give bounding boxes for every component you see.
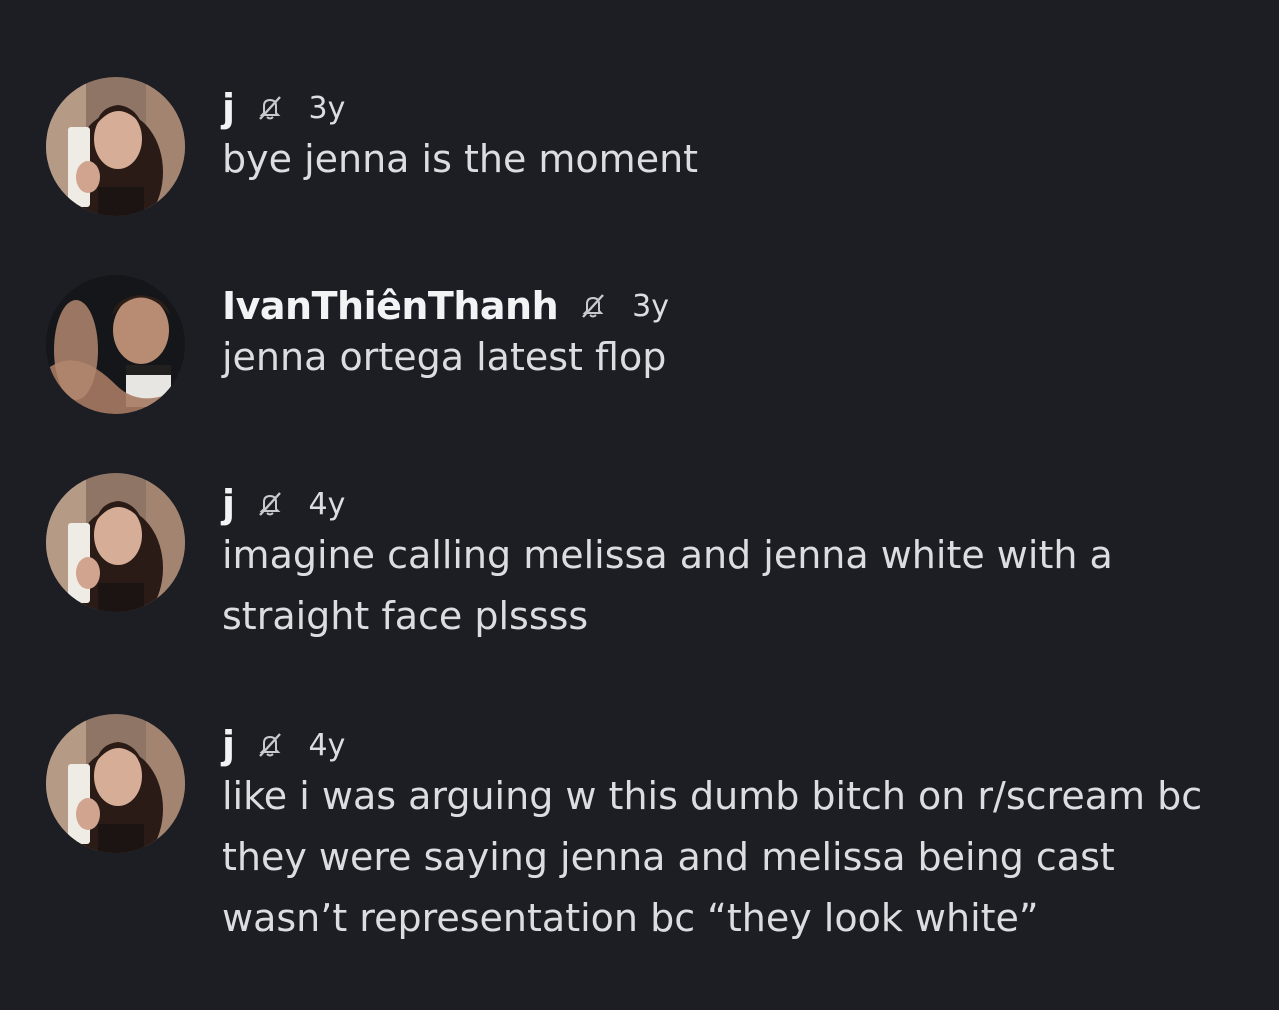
woman-with-phone-avatar bbox=[46, 473, 185, 612]
user-avatar[interactable] bbox=[46, 275, 185, 414]
timestamp: 4y bbox=[308, 727, 346, 763]
woman-with-phone-avatar bbox=[46, 714, 185, 853]
user-avatar[interactable] bbox=[46, 473, 185, 612]
username[interactable]: j bbox=[222, 86, 235, 130]
message-feed: j 3y bye jenna is the moment IvanThiênTh… bbox=[0, 0, 1279, 1010]
man-reaching-hand-avatar bbox=[46, 275, 185, 414]
message-text: jenna ortega latest flop bbox=[222, 335, 667, 379]
muted-bell-icon bbox=[255, 489, 285, 519]
message-item[interactable]: j 4y like i was arguing w this dumb bitc… bbox=[46, 714, 1246, 949]
user-avatar[interactable] bbox=[46, 714, 185, 853]
user-avatar[interactable] bbox=[46, 77, 185, 216]
timestamp: 4y bbox=[308, 486, 346, 522]
username[interactable]: j bbox=[222, 482, 235, 526]
username[interactable]: j bbox=[222, 723, 235, 767]
woman-with-phone-avatar bbox=[46, 77, 185, 216]
message-item[interactable]: j 4y imagine calling melissa and jenna w… bbox=[46, 473, 1246, 647]
timestamp: 3y bbox=[308, 90, 346, 126]
muted-bell-icon bbox=[255, 730, 285, 760]
message-text: bye jenna is the moment bbox=[222, 137, 699, 181]
message-text: like i was arguing w this dumb bitch on … bbox=[222, 774, 1203, 940]
muted-bell-icon bbox=[255, 93, 285, 123]
username[interactable]: IvanThiênThanh bbox=[222, 284, 559, 328]
message-item[interactable]: IvanThiênThanh 3y jenna ortega latest fl… bbox=[46, 275, 1246, 414]
muted-bell-icon bbox=[578, 291, 608, 321]
timestamp: 3y bbox=[632, 288, 669, 324]
message-item[interactable]: j 3y bye jenna is the moment bbox=[46, 77, 1246, 216]
message-text: imagine calling melissa and jenna white … bbox=[222, 533, 1113, 638]
